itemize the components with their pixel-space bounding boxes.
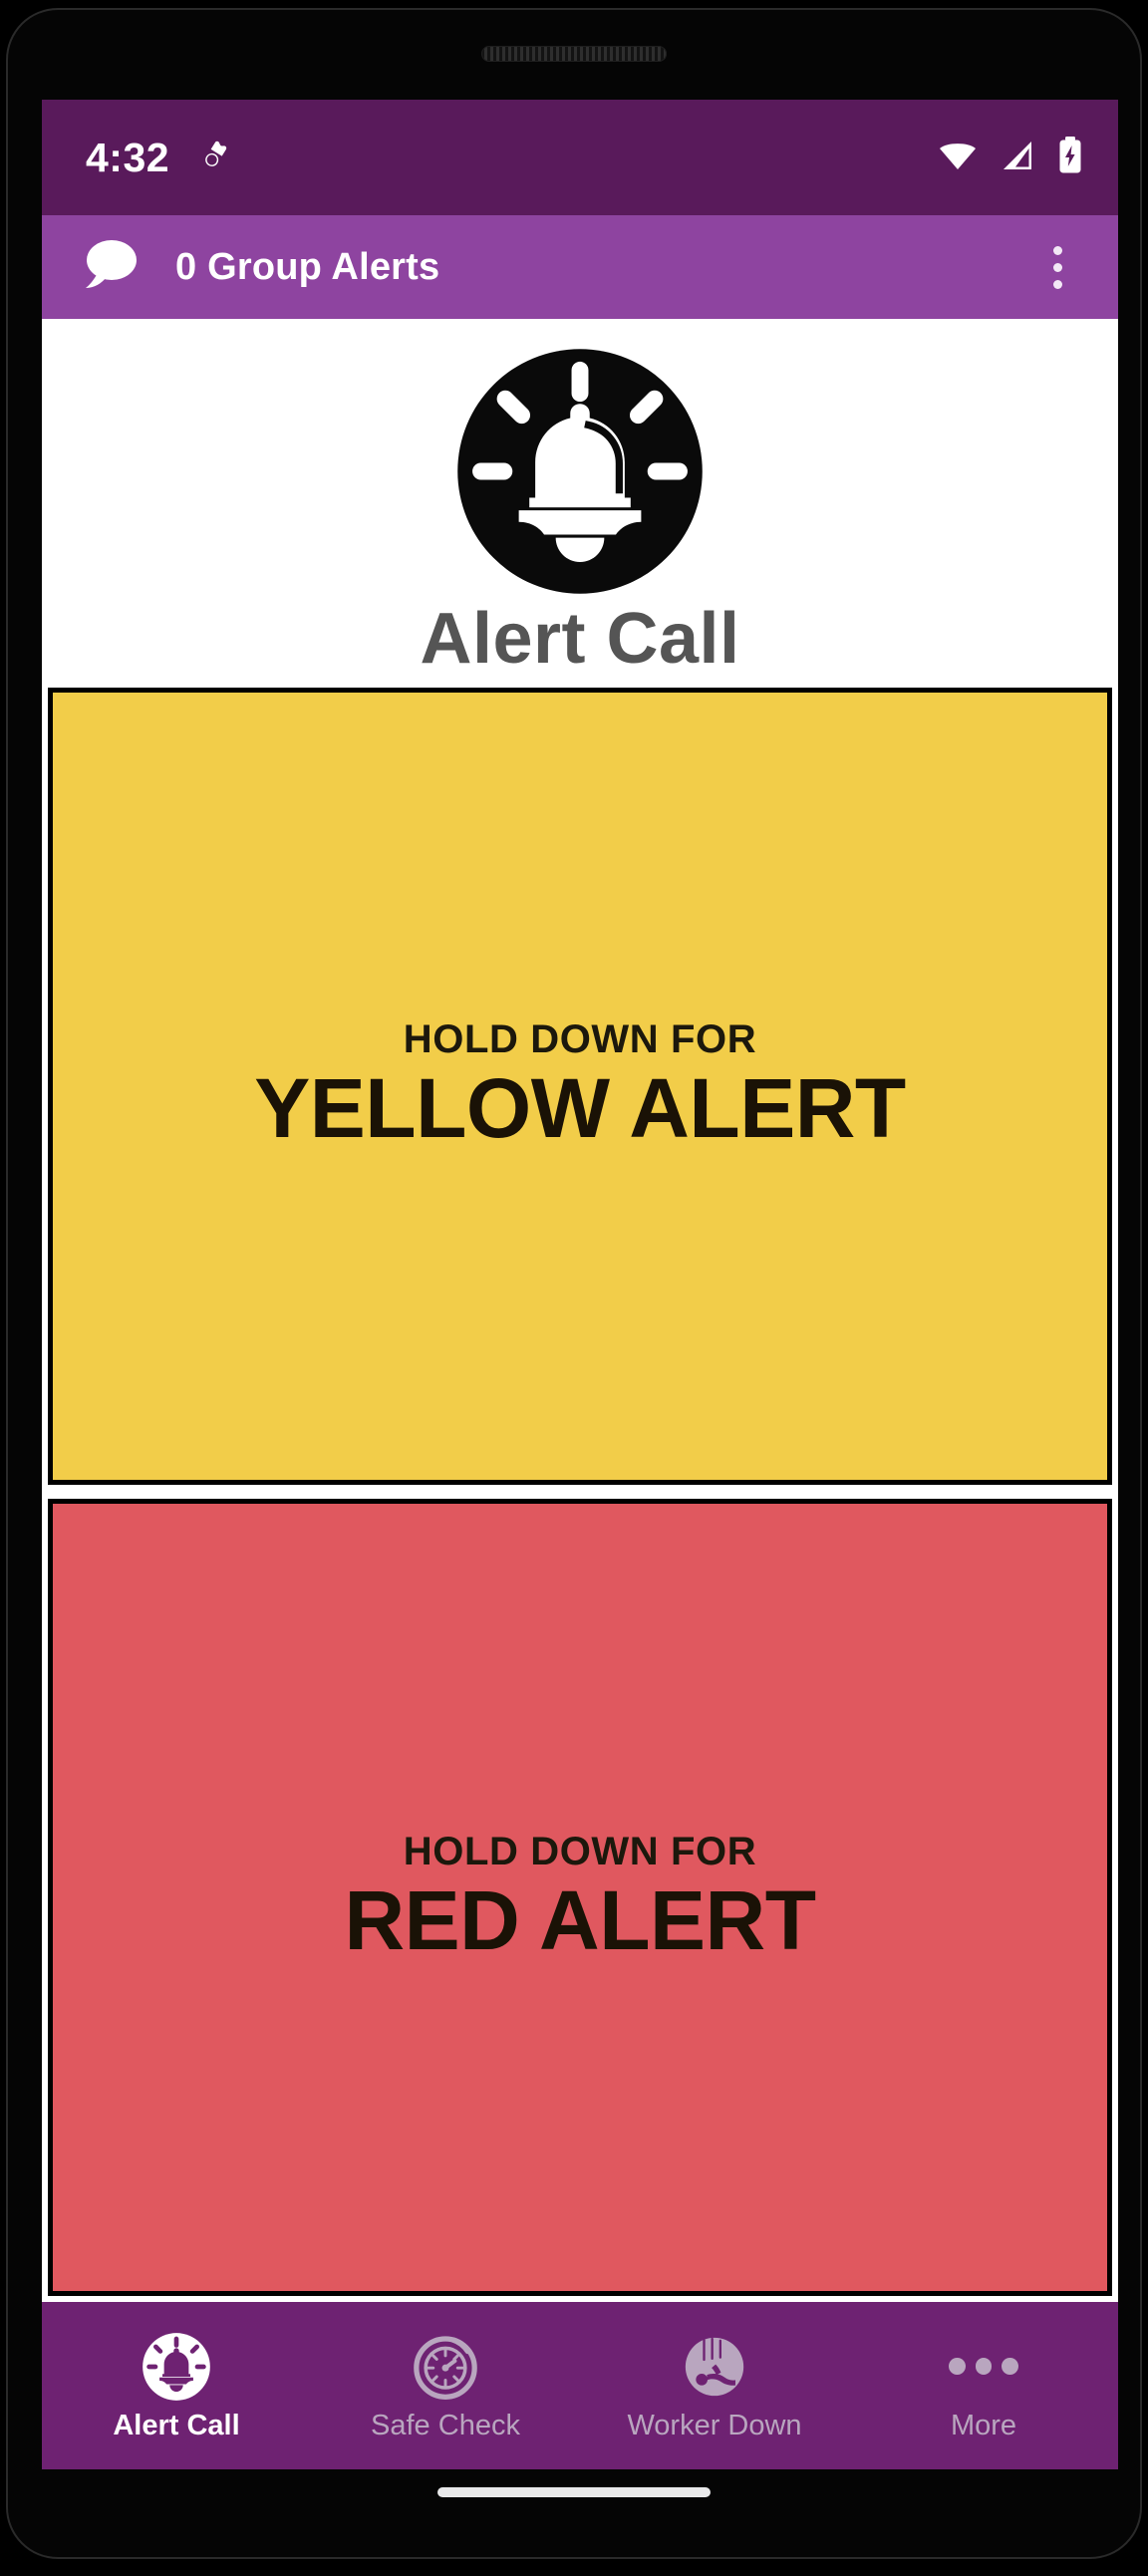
yellow-alert-button[interactable]: HOLD DOWN FOR YELLOW ALERT bbox=[48, 687, 1112, 1485]
wifi-icon bbox=[937, 135, 979, 181]
more-dot bbox=[1002, 2358, 1019, 2375]
alert-buttons-container: HOLD DOWN FOR YELLOW ALERT HOLD DOWN FOR… bbox=[42, 687, 1118, 2302]
red-alert-label: RED ALERT bbox=[344, 1872, 816, 1967]
phone-device-frame: 4:32 0 Group Alerts Alert Call HOLD DOWN… bbox=[0, 0, 1148, 2576]
stopwatch-icon bbox=[411, 2332, 480, 2402]
phone-screen: 4:32 0 Group Alerts Alert Call HOLD DOWN… bbox=[42, 100, 1118, 2469]
nav-item-worker-down[interactable]: Worker Down bbox=[580, 2302, 849, 2469]
nav-item-safe-check[interactable]: Safe Check bbox=[311, 2302, 580, 2469]
overflow-dot bbox=[1052, 245, 1062, 255]
speech-bubble-icon[interactable] bbox=[80, 237, 142, 298]
yellow-alert-hold-label: HOLD DOWN FOR bbox=[403, 1017, 757, 1062]
more-vertical-icon[interactable] bbox=[1024, 234, 1090, 300]
alarm-bell-icon bbox=[453, 345, 707, 598]
worker-down-icon bbox=[680, 2332, 749, 2402]
nav-label-worker-down: Worker Down bbox=[627, 2409, 802, 2441]
battery-charging-icon bbox=[1056, 136, 1084, 180]
vibrate-icon bbox=[195, 136, 235, 180]
home-indicator[interactable] bbox=[437, 2487, 711, 2497]
red-alert-hold-label: HOLD DOWN FOR bbox=[403, 1829, 757, 1873]
alarm-bell-icon bbox=[142, 2332, 211, 2402]
phone-body: 4:32 0 Group Alerts Alert Call HOLD DOWN… bbox=[6, 8, 1142, 2559]
status-bar-right bbox=[937, 135, 1084, 181]
nav-item-more[interactable]: More bbox=[849, 2302, 1118, 2469]
more-dots-icon bbox=[949, 2332, 1019, 2402]
status-bar: 4:32 bbox=[42, 100, 1118, 215]
yellow-alert-label: YELLOW ALERT bbox=[254, 1061, 906, 1156]
status-bar-left: 4:32 bbox=[86, 136, 235, 180]
app-bar: 0 Group Alerts bbox=[42, 215, 1118, 319]
more-dot bbox=[975, 2358, 993, 2375]
nav-label-alert-call: Alert Call bbox=[113, 2409, 240, 2441]
nav-label-safe-check: Safe Check bbox=[371, 2409, 520, 2441]
app-bar-title: 0 Group Alerts bbox=[175, 245, 440, 288]
nav-label-more: More bbox=[950, 2409, 1017, 2441]
status-clock: 4:32 bbox=[86, 134, 170, 180]
nav-item-alert-call[interactable]: Alert Call bbox=[42, 2302, 311, 2469]
overflow-dot bbox=[1052, 262, 1062, 272]
bottom-navigation-bar: Alert Call Safe Check Worker Down More bbox=[42, 2302, 1118, 2469]
red-alert-button[interactable]: HOLD DOWN FOR RED ALERT bbox=[48, 1498, 1112, 2296]
earpiece-speaker bbox=[481, 46, 667, 62]
page-title: Alert Call bbox=[420, 599, 740, 679]
overflow-dot bbox=[1052, 279, 1062, 289]
cellular-signal-icon bbox=[999, 137, 1036, 179]
more-dot bbox=[949, 2358, 966, 2375]
brand-header: Alert Call bbox=[42, 319, 1118, 688]
